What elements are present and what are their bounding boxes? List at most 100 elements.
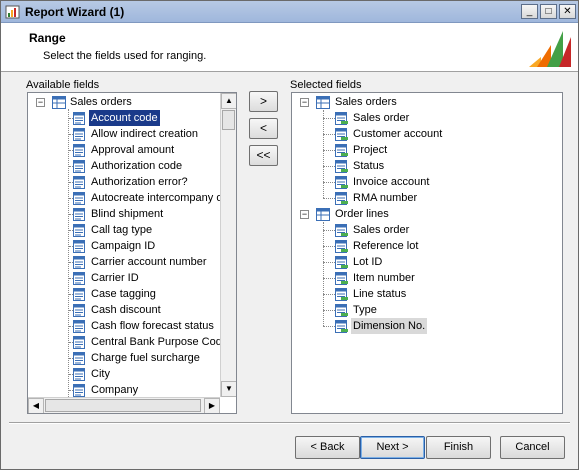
field-icon [73,192,87,205]
scroll-down-button[interactable]: ▼ [221,381,236,397]
scroll-up-button[interactable]: ▲ [221,93,236,109]
tree-line [323,230,335,231]
finish-button[interactable]: Finish [426,436,491,459]
available-field-item[interactable]: Case tagging [89,286,158,302]
available-field-item[interactable]: Cash discount [89,302,163,318]
field-label: Item number [353,272,415,284]
field-icon [335,288,349,301]
available-field-item[interactable]: Blind shipment [89,206,165,222]
available-field-item[interactable]: Authorization code [89,158,184,174]
field-icon [73,144,87,157]
tree-root-sales-orders[interactable]: Sales orders [68,94,134,110]
available-field-item[interactable]: Account code [88,109,161,127]
field-icon [73,240,87,253]
available-field-item[interactable]: Authorization error? [89,174,190,190]
field-icon [73,256,87,269]
available-field-item[interactable]: Autocreate intercompany o [89,190,224,206]
scroll-left-button[interactable]: ◀ [28,398,44,413]
field-label: RMA number [353,192,418,204]
available-field-item[interactable]: Central Bank Purpose Code [89,334,230,350]
selected-field-item[interactable]: Type [351,302,379,318]
available-vertical-scrollbar[interactable]: ▲ ▼ [220,93,236,397]
selected-fields-label: Selected fields [290,79,362,91]
selected-fields-tree[interactable]: − Sales orders Sales order Customer account… [291,92,563,414]
cancel-button[interactable]: Cancel [500,436,565,459]
dynamics-logo [529,31,571,67]
field-icon [73,304,87,317]
app-icon [5,5,20,19]
available-field-item[interactable]: Carrier account number [89,254,209,270]
selected-field-item[interactable]: Reference lot [351,238,420,254]
selected-field-item[interactable]: Item number [351,270,417,286]
selected-field-item[interactable]: Dimension No. [351,318,428,334]
available-horizontal-scrollbar[interactable]: ◀ ▶ [28,397,220,413]
next-button[interactable]: Next > [360,436,425,459]
field-icon [335,224,349,237]
available-fields-tree[interactable]: − Sales orders Account code Allow indirec… [27,92,237,414]
available-field-item[interactable]: Company [89,382,140,398]
scroll-right-button[interactable]: ▶ [204,398,220,413]
selected-field-item[interactable]: Line status [351,286,408,302]
field-icon [73,160,87,173]
remove-field-button[interactable]: < [249,118,278,139]
selected-group[interactable]: Order lines [333,206,391,222]
tree-line [323,198,335,199]
maximize-button[interactable]: □ [540,4,557,19]
selected-field-item[interactable]: Sales order [351,222,411,238]
collapse-group-expander[interactable]: − [300,98,309,107]
available-field-item[interactable]: Cash flow forecast status [89,318,216,334]
available-field-item[interactable]: Campaign ID [89,238,157,254]
field-label: Type [353,304,377,316]
field-icon [73,336,87,349]
collapse-sales-orders-expander[interactable]: − [36,98,45,107]
selected-field-item[interactable]: Sales order [351,110,411,126]
available-field-item[interactable]: Approval amount [89,142,176,158]
field-label: Case tagging [91,288,156,300]
field-icon [73,128,87,141]
field-icon [335,192,349,205]
group-label: Order lines [335,208,389,220]
field-label: Cash discount [91,304,161,316]
wizard-header: Range Select the fields used for ranging… [1,23,578,72]
available-fields-label: Available fields [26,79,100,91]
remove-all-fields-button[interactable]: << [249,145,278,166]
field-label: Campaign ID [91,240,156,252]
hscroll-thumb[interactable] [45,399,201,412]
field-label: Project [353,144,388,156]
back-button[interactable]: < Back [295,436,360,459]
field-label: Sales order [353,112,410,124]
title-bar[interactable]: Report Wizard (1) _ □ ✕ [1,1,578,23]
field-label: Reference lot [353,240,419,252]
selected-field-item[interactable]: RMA number [351,190,419,206]
collapse-group-expander[interactable]: − [300,210,309,219]
selected-field-item[interactable]: Invoice account [351,174,431,190]
table-icon [52,96,66,109]
close-button[interactable]: ✕ [559,4,576,19]
page-title: Range [29,31,66,45]
available-field-item[interactable]: Call tag type [89,222,154,238]
tree-line [323,166,335,167]
field-label: Customer account [353,128,443,140]
field-label: Invoice account [353,176,430,188]
field-icon [73,288,87,301]
available-field-item[interactable]: City [89,366,112,382]
selected-field-item[interactable]: Project [351,142,389,158]
selected-field-item[interactable]: Lot ID [351,254,384,270]
available-field-item[interactable]: Carrier ID [89,270,141,286]
field-icon [335,240,349,253]
field-icon [335,112,349,125]
report-wizard-window: Report Wizard (1) _ □ ✕ Range Select the… [0,0,579,470]
add-field-button[interactable]: > [249,91,278,112]
field-label: Sales order [353,224,410,236]
available-field-item[interactable]: Charge fuel surcharge [89,350,202,366]
root-label: Sales orders [70,96,132,108]
selected-field-item[interactable]: Status [351,158,386,174]
available-field-item[interactable]: Allow indirect creation [89,126,200,142]
minimize-button[interactable]: _ [521,4,538,19]
selected-field-item[interactable]: Customer account [351,126,444,142]
field-label: Carrier ID [91,272,139,284]
scroll-thumb[interactable] [222,110,235,130]
field-icon [335,272,349,285]
selected-group[interactable]: Sales orders [333,94,399,110]
field-label: Authorization code [91,160,183,172]
